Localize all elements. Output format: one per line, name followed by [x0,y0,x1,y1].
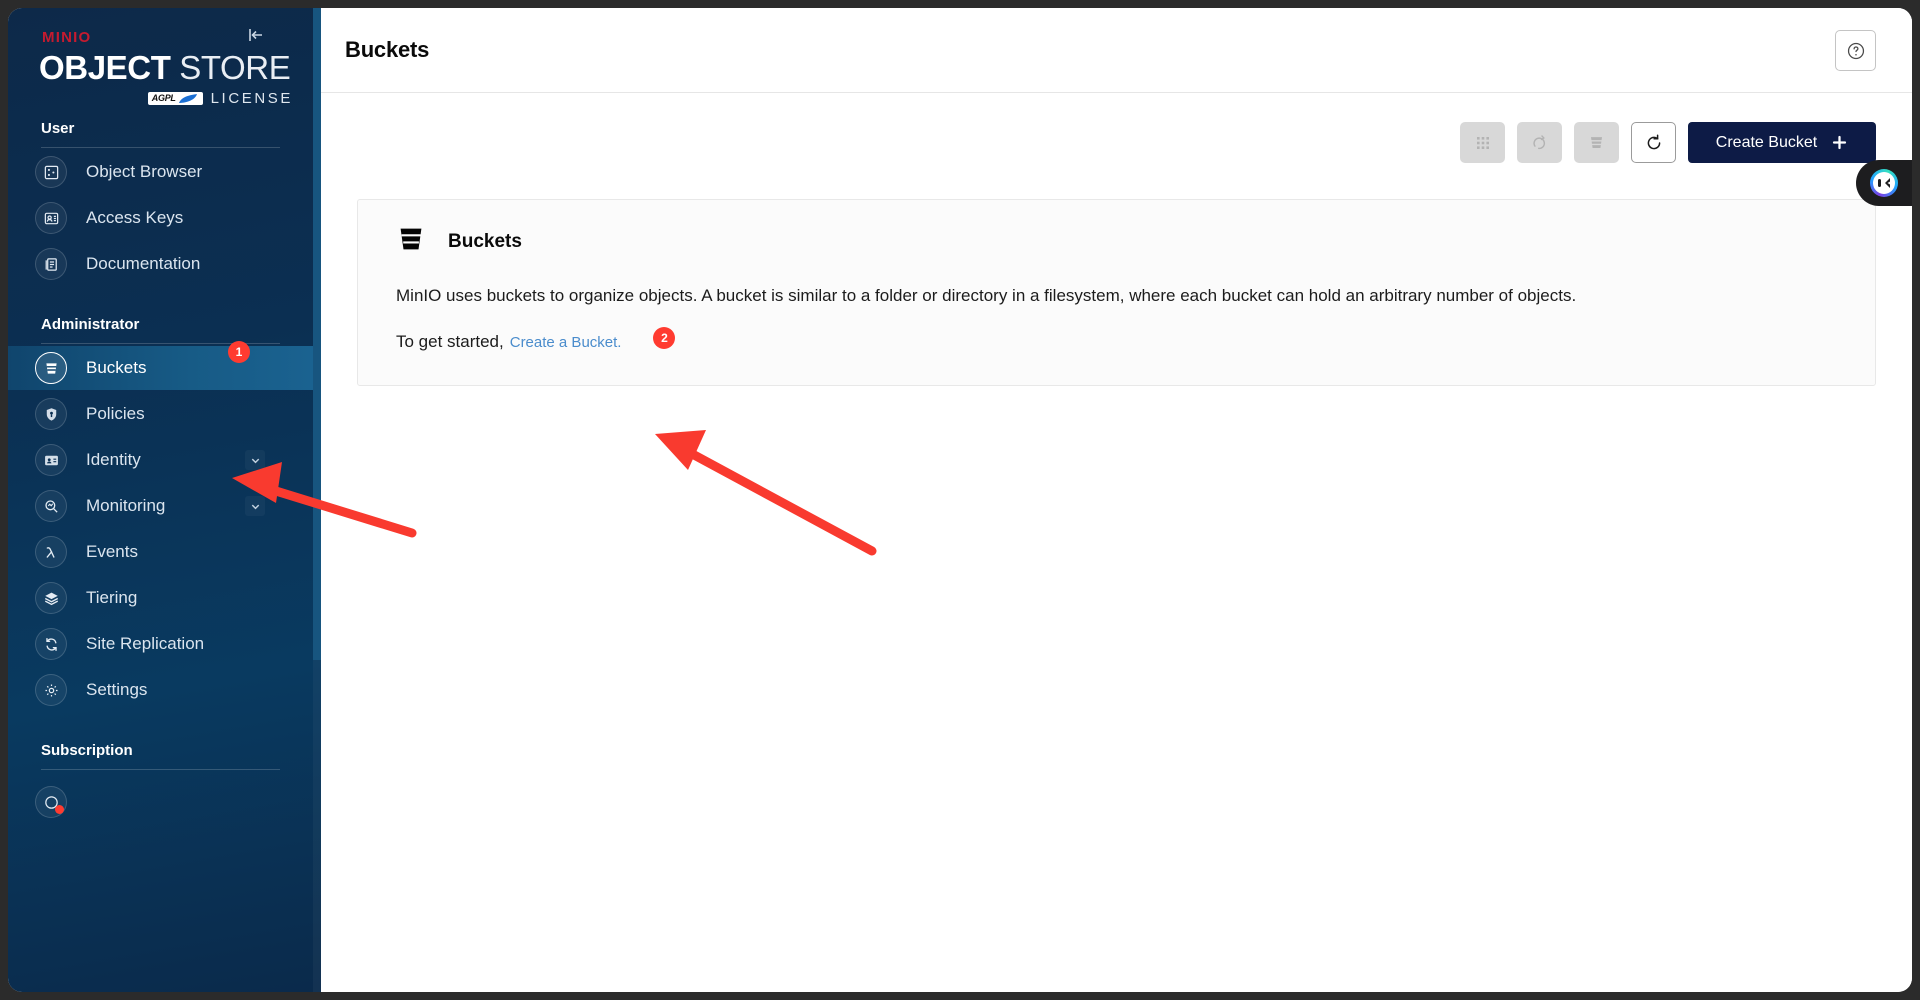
sidebar-divider-subscription [41,769,280,770]
sidebar-item-label: Tiering [86,588,138,607]
sidebar-item-events[interactable]: Events [8,530,313,574]
info-panel-description: MinIO uses buckets to organize objects. … [396,286,1577,305]
question-mark-icon [1847,42,1864,59]
sidebar-item-subscription-partial[interactable] [8,780,313,824]
create-bucket-label: Create Bucket [1715,133,1818,151]
browser-window: MINIO OBJECT STORE AGPL LICENSE User Obj… [8,8,1912,992]
refresh-arrow-icon [1533,135,1546,150]
chevron-down-icon[interactable] [245,450,265,470]
agpl-badge: AGPL [147,91,203,105]
replication-button[interactable] [1517,122,1562,163]
layers-icon [35,582,67,614]
bucket-icon [35,352,67,384]
sidebar-item-buckets[interactable]: Buckets 1 [8,341,313,390]
sidebar-section-user: User [41,120,75,137]
buckets-info-panel: Buckets MinIO uses buckets to organize o… [357,199,1876,387]
sidebar-item-monitoring[interactable]: Monitoring [8,484,313,528]
assistant-eye-left [1877,179,1881,187]
agpl-text: AGPL [151,92,176,103]
license-row: AGPL LICENSE [34,90,295,107]
brand-io-text: IO [73,29,92,46]
collapse-sidebar-button[interactable] [243,22,269,48]
sidebar-buckets-step-badge: 1 [228,341,250,363]
sidebar-item-site-replication[interactable]: Site Replication [8,622,313,666]
sidebar-item-label: Policies [86,404,145,423]
lambda-icon [35,536,67,568]
assistant-eye-right [1884,178,1890,188]
info-panel-get-started: To get started, Create a Bucket. 2 [396,327,1837,353]
sidebar-item-documentation[interactable]: Documentation [8,242,313,286]
sidebar-item-object-browser[interactable]: Object Browser [8,150,313,194]
documentation-icon [35,248,67,280]
sidebar-item-label: Access Keys [86,208,184,227]
sidebar-item-label: Documentation [86,254,201,273]
monitoring-search-icon [35,490,67,522]
bucket-icon [396,224,426,259]
reload-icon [1647,133,1660,149]
sidebar-item-label: Monitoring [86,496,166,515]
create-bucket-button[interactable]: Create Bucket [1688,122,1876,163]
sidebar-item-label: Identity [86,450,141,469]
sidebar-scrollbar[interactable] [313,8,321,992]
get-started-text: To get started, [396,332,504,352]
page-header: Buckets [321,8,1912,93]
sidebar-section-subscription: Subscription [41,742,133,759]
brand-store-text: STORE [179,49,291,86]
gear-icon [35,674,67,706]
brand-min-text: MIN [42,29,74,46]
sidebar-item-label: Events [86,542,138,561]
assistant-face-icon [1873,172,1895,194]
grid-dots-icon [1476,136,1489,149]
sidebar-item-label: Buckets [86,358,147,377]
subscription-alert-dot [54,804,64,814]
brand-object-store: OBJECT STORE [39,49,295,86]
sidebar-item-label: Site Replication [86,634,205,653]
assistant-ring-icon [1870,169,1898,197]
subscription-health-icon [35,786,67,818]
sidebar-divider-user [41,147,280,148]
agpl-feather-icon [178,93,197,103]
chevron-down-icon[interactable] [245,496,265,516]
sidebar-section-administrator: Administrator [41,316,140,333]
create-bucket-step-badge: 2 [653,327,676,350]
sidebar-scrollbar-thumb[interactable] [313,8,321,660]
brand-object-text: OBJECT [39,49,171,86]
main-content: Buckets Create Bucket Buckets MinIO uses… [321,8,1912,992]
sidebar-item-policies[interactable]: Policies [8,392,313,436]
plus-icon [1833,135,1847,150]
sidebar: MINIO OBJECT STORE AGPL LICENSE User Obj… [8,8,321,992]
buckets-toolbar: Create Bucket [321,93,1912,163]
license-text: LICENSE [210,89,293,107]
sidebar-item-label: Settings [86,680,148,699]
site-replication-icon [35,628,67,660]
brand-logo-block: MINIO OBJECT STORE AGPL LICENSE [8,8,321,107]
refresh-button[interactable] [1631,122,1676,163]
select-multiple-button[interactable] [1460,122,1505,163]
help-button[interactable] [1835,30,1876,71]
identity-card-icon [35,444,67,476]
screenshot-root: MINIO OBJECT STORE AGPL LICENSE User Obj… [0,0,1920,1000]
sidebar-item-tiering[interactable]: Tiering [8,576,313,620]
create-a-bucket-link[interactable]: Create a Bucket. [510,334,622,351]
sidebar-nav: User Object Browser Access Keys Document… [8,120,313,992]
policy-lock-icon [35,398,67,430]
sidebar-item-settings[interactable]: Settings [8,668,313,712]
access-keys-icon [35,202,67,234]
assistant-widget-button[interactable] [1856,160,1912,206]
bucket-delete-icon [1590,137,1603,149]
page-title: Buckets [345,37,430,62]
sidebar-item-label: Object Browser [86,162,203,181]
info-panel-header: Buckets [396,224,1837,259]
sidebar-item-identity[interactable]: Identity [8,438,313,482]
object-browser-icon [35,156,67,188]
info-panel-title: Buckets [448,230,522,252]
delete-buckets-button[interactable] [1574,122,1619,163]
sidebar-item-access-keys[interactable]: Access Keys [8,196,313,240]
